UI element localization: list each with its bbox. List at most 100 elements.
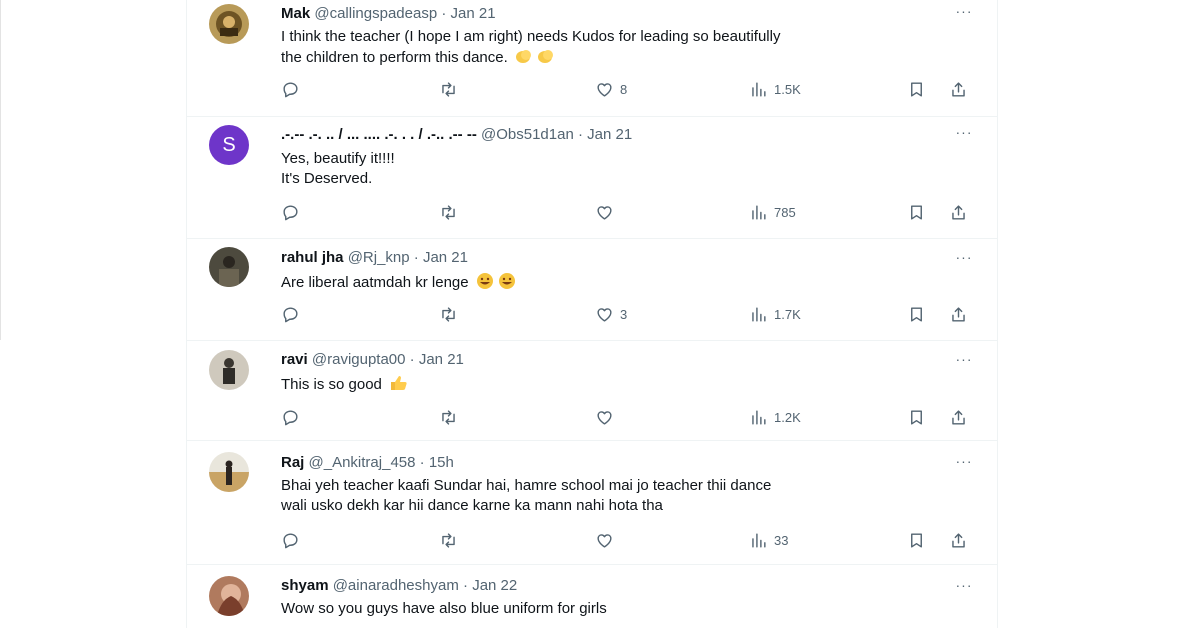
user-handle[interactable]: @_Ankitraj_458	[309, 454, 416, 471]
user-handle[interactable]: @ravigupta00	[312, 351, 406, 368]
views-count: 785	[774, 204, 796, 220]
reply-item[interactable]: Mak @callingspadeasp · Jan 21 ··· I thin…	[187, 0, 997, 117]
more-options-icon[interactable]: ···	[953, 578, 975, 598]
timestamp[interactable]: 15h	[429, 454, 454, 471]
share-button[interactable]	[949, 529, 968, 551]
timestamp[interactable]: Jan 21	[423, 249, 468, 266]
avatar[interactable]	[209, 247, 249, 287]
more-options-icon[interactable]: ···	[953, 4, 975, 24]
share-icon	[952, 204, 965, 220]
like-button[interactable]	[595, 201, 620, 223]
views-button[interactable]: 1.2K	[749, 406, 801, 428]
bookmark-button[interactable]	[907, 406, 926, 428]
avatar[interactable]: S	[209, 125, 249, 165]
avatar[interactable]	[209, 452, 249, 492]
user-name[interactable]: ravi	[281, 351, 308, 368]
share-button[interactable]	[949, 78, 968, 100]
reply-text: Are liberal aatmdah kr lenge	[281, 272, 981, 293]
reply-item[interactable]: rahul jha @Rj_knp · Jan 21 ··· Are liber…	[187, 238, 997, 341]
rolling-laughing-icon	[497, 272, 517, 290]
clapping-hands-icon	[536, 47, 556, 65]
views-icon	[752, 81, 766, 97]
retweet-icon	[442, 532, 455, 548]
reply-header: .-.-- .-. .. / ... .... .-. . . / .-.. .…	[281, 125, 632, 145]
timestamp[interactable]: Jan 21	[587, 126, 632, 143]
like-icon	[597, 307, 612, 322]
retweet-button[interactable]	[439, 303, 458, 325]
reply-text-line: Bhai yeh teacher kaafi Sundar hai, hamre…	[281, 477, 772, 494]
timestamp[interactable]: Jan 21	[451, 5, 496, 22]
retweet-icon	[442, 204, 455, 220]
separator-dot: ·	[413, 249, 419, 266]
bookmark-button[interactable]	[907, 529, 926, 551]
user-handle[interactable]: @callingspadeasp	[314, 5, 437, 22]
reply-icon	[283, 81, 298, 97]
bookmark-button[interactable]	[907, 303, 926, 325]
timestamp[interactable]: Jan 21	[419, 351, 464, 368]
like-button[interactable]: 3	[595, 303, 627, 325]
more-options-icon[interactable]: ···	[953, 454, 975, 474]
share-button[interactable]	[949, 406, 968, 428]
reply-item[interactable]: ravi @ravigupta00 · Jan 21 ··· This is s…	[187, 340, 997, 441]
more-options-icon[interactable]: ···	[953, 125, 975, 145]
reply-text-line: Are liberal aatmdah kr lenge	[281, 272, 981, 293]
user-name[interactable]: shyam	[281, 577, 329, 594]
views-button[interactable]: 1.7K	[749, 303, 801, 325]
views-icon	[752, 409, 766, 425]
avatar[interactable]	[209, 4, 249, 44]
views-icon	[752, 204, 766, 220]
avatar[interactable]	[209, 576, 249, 616]
reply-text: Yes, beautify it!!!! It's Deserved.	[281, 149, 981, 189]
views-button[interactable]: 33	[749, 529, 788, 551]
reply-header: ravi @ravigupta00 · Jan 21	[281, 350, 464, 370]
user-name[interactable]: .-.-- .-. .. / ... .... .-. . . / .-.. .…	[281, 126, 477, 143]
reply-icon	[283, 306, 298, 322]
timestamp[interactable]: Jan 22	[472, 577, 517, 594]
replies-timeline: Mak @callingspadeasp · Jan 21 ··· I thin…	[186, 0, 998, 628]
separator-dot: ·	[577, 126, 583, 143]
views-button[interactable]: 785	[749, 201, 796, 223]
bookmark-icon	[911, 409, 922, 425]
retweet-button[interactable]	[439, 406, 458, 428]
reply-button[interactable]	[281, 529, 300, 551]
reply-button[interactable]	[281, 406, 300, 428]
views-button[interactable]: 1.5K	[749, 78, 801, 100]
bookmark-icon	[911, 532, 922, 548]
reply-item[interactable]: S .-.-- .-. .. / ... .... .-. . . / .-..…	[187, 116, 997, 239]
like-button[interactable]	[595, 406, 620, 428]
like-button[interactable]: 8	[595, 78, 627, 100]
user-name[interactable]: Raj	[281, 454, 304, 471]
retweet-button[interactable]	[439, 78, 458, 100]
reply-header: Raj @_Ankitraj_458 · 15h	[281, 453, 454, 473]
more-options-icon[interactable]: ···	[953, 250, 975, 270]
left-edge-line	[0, 0, 1, 340]
retweet-button[interactable]	[439, 201, 458, 223]
more-options-icon[interactable]: ···	[953, 352, 975, 372]
user-handle[interactable]: @ainaradheshyam	[333, 577, 459, 594]
reply-button[interactable]	[281, 303, 300, 325]
share-icon	[952, 532, 965, 548]
user-handle[interactable]: @Rj_knp	[348, 249, 410, 266]
user-handle[interactable]: @Obs51d1an	[481, 126, 574, 143]
reply-text-line: Wow so you guys have also blue uniform f…	[281, 600, 607, 617]
avatar[interactable]	[209, 350, 249, 390]
reply-item[interactable]: shyam @ainaradheshyam · Jan 22 ··· Wow s…	[187, 564, 997, 628]
share-button[interactable]	[949, 303, 968, 325]
share-button[interactable]	[949, 201, 968, 223]
action-bar: 33	[281, 529, 981, 551]
like-button[interactable]	[595, 529, 620, 551]
reply-button[interactable]	[281, 201, 300, 223]
bookmark-button[interactable]	[907, 201, 926, 223]
views-count: 33	[774, 532, 789, 548]
bookmark-button[interactable]	[907, 78, 926, 100]
reply-item[interactable]: Raj @_Ankitraj_458 · 15h ··· Bhai yeh te…	[187, 440, 997, 565]
reply-button[interactable]	[281, 78, 300, 100]
like-icon	[597, 410, 612, 425]
user-name[interactable]: rahul jha	[281, 249, 344, 266]
reply-text-line: It's Deserved.	[281, 170, 373, 187]
views-count: 1.2K	[774, 409, 801, 425]
user-name[interactable]: Mak	[281, 5, 310, 22]
reply-icon	[283, 409, 298, 425]
retweet-button[interactable]	[439, 529, 458, 551]
action-bar: 3 1.7K	[281, 303, 981, 325]
